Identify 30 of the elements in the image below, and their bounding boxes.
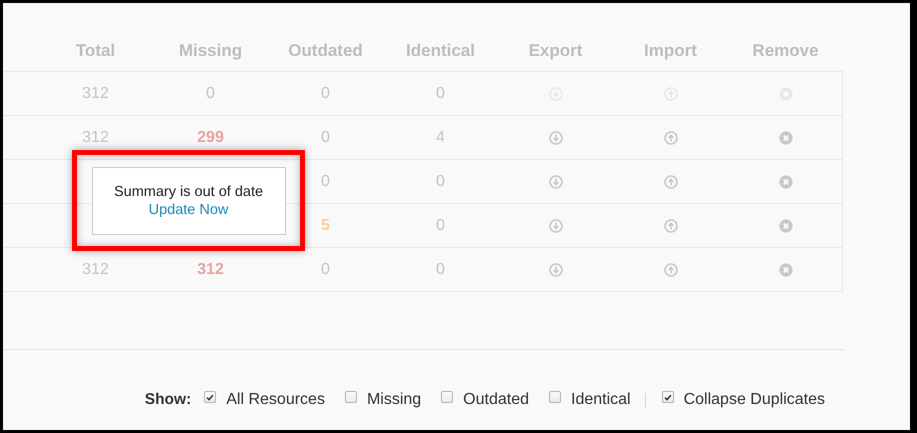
column-header: Outdated: [288, 41, 363, 61]
tooltip-message: Summary is out of date: [114, 184, 264, 200]
upload-icon[interactable]: [664, 174, 678, 188]
column-header: Remove: [752, 41, 819, 61]
update-link[interactable]: Update Now: [148, 202, 228, 218]
download-icon[interactable]: [548, 174, 562, 188]
download-icon[interactable]: [548, 130, 562, 144]
upload-icon[interactable]: [664, 218, 678, 232]
checkbox-label[interactable]: Outdated: [463, 391, 529, 409]
remove-icon[interactable]: [778, 174, 792, 188]
table-cell: 299: [197, 128, 224, 146]
table-cell: 5: [321, 216, 330, 234]
download-icon[interactable]: [548, 218, 562, 232]
show-label: Show:: [144, 391, 192, 409]
remove-icon[interactable]: [778, 218, 792, 232]
remove-icon[interactable]: [778, 262, 792, 276]
remove-icon[interactable]: [778, 130, 792, 144]
column-header: Export: [528, 41, 582, 61]
checkbox-label[interactable]: Missing: [366, 391, 422, 409]
upload-icon[interactable]: [664, 262, 678, 276]
column-header: Missing: [178, 41, 242, 61]
checkbox-label[interactable]: All Resources: [226, 391, 325, 409]
download-icon[interactable]: [548, 262, 562, 276]
checkbox-label[interactable]: Identical: [571, 391, 631, 409]
checkbox-label[interactable]: Collapse Duplicates: [684, 391, 825, 409]
upload-icon[interactable]: [664, 130, 678, 144]
column-header: Import: [644, 41, 697, 61]
table-cell: 312: [197, 260, 224, 278]
column-header: Total: [76, 41, 116, 61]
column-header: Identical: [406, 41, 475, 61]
